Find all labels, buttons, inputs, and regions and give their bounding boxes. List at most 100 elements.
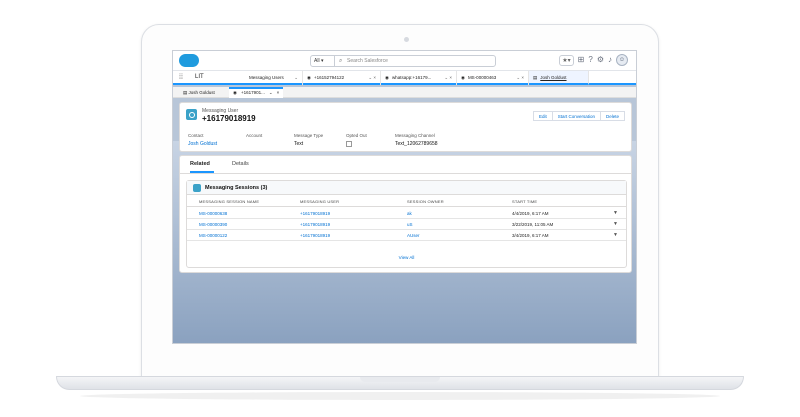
- session-name-link[interactable]: MS-00000638: [199, 211, 227, 216]
- field-label: Account: [246, 133, 263, 138]
- navigation-bar: ⁞⁞ LIT Messaging Users ⌄ ◉ +16152794122 …: [173, 71, 636, 85]
- record-header: Messaging User +16179018919 Edit Start C…: [179, 102, 632, 152]
- chevron-down-icon[interactable]: ⌄: [269, 90, 273, 98]
- subtab-messaging-user[interactable]: ◉ +1617901... ⌄ ×: [229, 87, 284, 98]
- chevron-down-icon[interactable]: ⌄ ×: [516, 75, 524, 85]
- session-icon: ◉: [461, 75, 465, 80]
- field-message-type: Message Type Text: [294, 133, 323, 147]
- field-contact: Contact Josh Goldust: [188, 133, 217, 147]
- start-time: 4/4/2019, 6:17 AM: [512, 211, 549, 216]
- nav-tab-label: whatsapp:+16179...: [391, 75, 432, 80]
- field-label: Contact: [188, 133, 204, 138]
- field-value: Text: [294, 141, 304, 147]
- chevron-down-icon[interactable]: ⌄ ×: [368, 75, 376, 85]
- favorites-button[interactable]: ★▾: [559, 54, 574, 66]
- field-label: Messaging Channel: [395, 133, 435, 138]
- tab-details[interactable]: Details: [232, 161, 249, 167]
- contact-link[interactable]: Josh Goldust: [188, 141, 217, 147]
- messaging-session-icon: [193, 184, 201, 192]
- field-channel: Messaging Channel Text_12062789658: [395, 133, 438, 147]
- gear-icon[interactable]: ⚙: [597, 54, 604, 66]
- search-box[interactable]: All ▾ ⌕ Search Salesforce: [310, 55, 496, 67]
- help-icon[interactable]: ?: [588, 54, 592, 66]
- messaging-user-icon: [186, 109, 197, 120]
- column-header[interactable]: START TIME: [512, 199, 537, 204]
- field-account: Account: [246, 133, 262, 138]
- table-body: MS-00000638 +16179018919 ak 4/4/2019, 6:…: [187, 208, 626, 241]
- related-card: Related Details Messaging Sessions (3) M…: [179, 155, 632, 273]
- session-owner-link[interactable]: ak: [407, 211, 412, 216]
- field-label: Message Type: [294, 133, 324, 138]
- nav-tab-label: +16152794122: [313, 75, 345, 80]
- bell-icon[interactable]: ♪: [608, 54, 612, 66]
- messaging-user-link[interactable]: +16179018919: [300, 222, 330, 227]
- add-icon[interactable]: ⊞: [578, 54, 585, 66]
- nav-tab-label: Josh Goldust: [540, 75, 567, 80]
- view-all-link[interactable]: View All: [187, 255, 626, 260]
- column-header[interactable]: MESSAGING USER: [300, 199, 339, 204]
- field-label: Opted Out: [346, 133, 367, 138]
- search-scope-label: All: [314, 58, 320, 64]
- start-conversation-button[interactable]: Start Conversation: [552, 111, 601, 121]
- nav-tab-messaging-users[interactable]: Messaging Users ⌄: [245, 71, 303, 85]
- column-header[interactable]: MESSAGING SESSION NAME: [199, 199, 259, 204]
- related-list: Messaging Sessions (3) MESSAGING SESSION…: [186, 180, 627, 268]
- row-action-chevron-down-icon[interactable]: ▼: [613, 221, 618, 227]
- delete-button[interactable]: Delete: [600, 111, 625, 121]
- chat-icon: ◉: [307, 75, 311, 80]
- nav-tab-contact[interactable]: ▤ Josh Goldust: [529, 71, 589, 85]
- nav-tab-whatsapp[interactable]: ◉ whatsapp:+16179... ⌄ ×: [381, 71, 457, 85]
- laptop-screen: All ▾ ⌕ Search Salesforce ★▾ ⊞ ? ⚙ ♪ ☺ ⁞…: [172, 50, 637, 344]
- record-title: +16179018919: [202, 114, 256, 123]
- laptop-camera: [404, 37, 409, 42]
- record-actions: Edit Start Conversation Delete: [532, 111, 625, 121]
- search-icon: ⌕: [339, 58, 343, 64]
- session-owner-link[interactable]: AUser: [407, 233, 420, 238]
- nav-tab-label: Messaging Users: [249, 75, 284, 80]
- contact-icon: ▤: [183, 90, 188, 95]
- laptop-shadow: [80, 392, 720, 400]
- related-list-title[interactable]: Messaging Sessions (3): [205, 185, 267, 191]
- session-owner-link[interactable]: uS: [407, 222, 413, 227]
- subtab-bar: ▤ Josh Goldust ◉ +1617901... ⌄ ×: [173, 87, 636, 98]
- nav-tab-session[interactable]: ◉ MS-00000463 ⌄ ×: [457, 71, 529, 85]
- salesforce-logo-icon[interactable]: [179, 54, 199, 67]
- table-row: MS-00000122 +16179018919 AUser 3/4/2019,…: [187, 230, 626, 241]
- opted-out-checkbox: [346, 141, 352, 147]
- table-header: MESSAGING SESSION NAME MESSAGING USER SE…: [187, 199, 626, 207]
- tab-related[interactable]: Related: [190, 161, 214, 173]
- header-icons: ★▾ ⊞ ? ⚙ ♪ ☺: [559, 54, 628, 66]
- laptop-notch: [360, 377, 440, 382]
- start-time: 3/22/2019, 11:05 AM: [512, 222, 554, 227]
- user-icon: ◉: [233, 90, 237, 95]
- messaging-user-link[interactable]: +16179018919: [300, 211, 330, 216]
- search-scope-select[interactable]: All ▾: [311, 56, 335, 66]
- column-header[interactable]: SESSION OWNER: [407, 199, 444, 204]
- subtab-label: Josh Goldust: [188, 90, 215, 95]
- related-list-header: Messaging Sessions (3): [187, 181, 626, 195]
- nav-tab-phone[interactable]: ◉ +16152794122 ⌄ ×: [303, 71, 381, 85]
- field-value: Text_12062789658: [395, 141, 438, 147]
- nav-tab-label: MS-00000463: [467, 75, 497, 80]
- start-time: 3/4/2019, 6:17 AM: [512, 233, 549, 238]
- search-input[interactable]: Search Salesforce: [347, 58, 388, 64]
- subtab-contact[interactable]: ▤ Josh Goldust: [179, 87, 219, 98]
- messaging-user-link[interactable]: +16179018919: [300, 233, 330, 238]
- app-name: LIT: [195, 74, 204, 80]
- chevron-down-icon[interactable]: ⌄: [294, 75, 298, 85]
- app-launcher-icon[interactable]: ⁞⁞: [179, 74, 183, 81]
- avatar[interactable]: ☺: [616, 54, 628, 66]
- row-action-chevron-down-icon[interactable]: ▼: [613, 210, 618, 216]
- row-action-chevron-down-icon[interactable]: ▼: [613, 232, 618, 238]
- edit-button[interactable]: Edit: [532, 111, 553, 121]
- record-tabs: Related Details: [180, 156, 631, 174]
- chat-icon: ◉: [385, 75, 389, 80]
- session-name-link[interactable]: MS-00000390: [199, 222, 227, 227]
- global-header: All ▾ ⌕ Search Salesforce ★▾ ⊞ ? ⚙ ♪ ☺: [173, 51, 636, 71]
- subtab-label: +1617901...: [240, 90, 265, 95]
- chevron-down-icon[interactable]: ⌄ ×: [444, 75, 452, 85]
- session-name-link[interactable]: MS-00000122: [199, 233, 227, 238]
- contact-icon: ▤: [533, 75, 538, 80]
- field-opted-out: Opted Out: [346, 133, 367, 147]
- close-icon[interactable]: ×: [277, 90, 280, 98]
